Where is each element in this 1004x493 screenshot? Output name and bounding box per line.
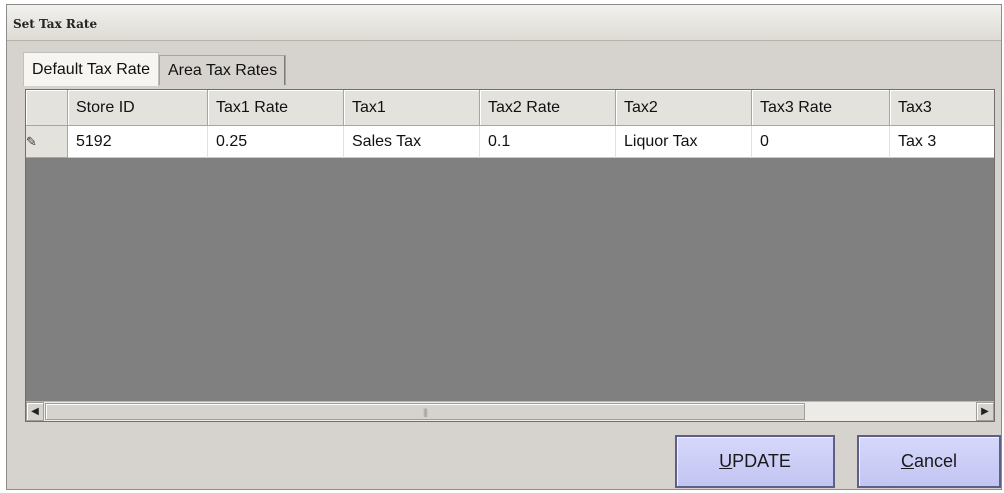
- column-header-tax1-rate[interactable]: Tax1 Rate: [208, 90, 344, 126]
- row-header-corner: [26, 90, 68, 126]
- cell-tax3-rate[interactable]: 0: [752, 126, 890, 158]
- cancel-label: ancel: [913, 451, 958, 471]
- cell-store-id[interactable]: 5192: [68, 126, 208, 158]
- scroll-left-arrow-icon[interactable]: ◀: [26, 402, 44, 421]
- column-header-tax2[interactable]: Tax2: [616, 90, 752, 126]
- update-button[interactable]: U PDATE: [675, 435, 835, 488]
- table-row[interactable]: ✎ 5192 0.25 Sales Tax 0.1 Liquor Tax 0 T…: [26, 126, 994, 158]
- column-header-tax1[interactable]: Tax1: [344, 90, 480, 126]
- update-label: PDATE: [732, 451, 791, 471]
- horizontal-scrollbar[interactable]: ◀ ||| ▶: [26, 401, 994, 421]
- column-header-tax3[interactable]: Tax3: [890, 90, 994, 126]
- cell-tax2[interactable]: Liquor Tax: [616, 126, 752, 158]
- column-header-tax2-rate[interactable]: Tax2 Rate: [480, 90, 616, 126]
- cancel-button[interactable]: Cancel: [857, 435, 1001, 488]
- column-header-store-id[interactable]: Store ID: [68, 90, 208, 126]
- cell-tax3[interactable]: Tax 3: [890, 126, 994, 158]
- tab-area-tax-rates[interactable]: Area Tax Rates: [159, 55, 287, 85]
- cell-tax1-rate[interactable]: 0.25: [208, 126, 344, 158]
- scroll-track[interactable]: |||: [44, 402, 976, 421]
- set-tax-rate-dialog: Set Tax Rate Default Tax Rate Area Tax R…: [6, 4, 1002, 490]
- pencil-icon: ✎: [26, 126, 68, 158]
- update-accesskey: U: [719, 451, 733, 471]
- scroll-right-arrow-icon[interactable]: ▶: [976, 402, 994, 421]
- tab-default-tax-rate[interactable]: Default Tax Rate: [23, 52, 159, 86]
- cancel-accesskey: C: [900, 451, 914, 471]
- tab-strip: Default Tax Rate Area Tax Rates: [23, 51, 287, 86]
- scroll-thumb[interactable]: |||: [45, 403, 805, 420]
- dialog-title: Set Tax Rate: [7, 5, 1001, 41]
- column-header-tax3-rate[interactable]: Tax3 Rate: [752, 90, 890, 126]
- cell-tax1[interactable]: Sales Tax: [344, 126, 480, 158]
- grid-header-row: Store ID Tax1 Rate Tax1 Tax2 Rate Tax2 T…: [26, 90, 994, 126]
- tax-rate-grid: Store ID Tax1 Rate Tax1 Tax2 Rate Tax2 T…: [25, 89, 995, 422]
- cell-tax2-rate[interactable]: 0.1: [480, 126, 616, 158]
